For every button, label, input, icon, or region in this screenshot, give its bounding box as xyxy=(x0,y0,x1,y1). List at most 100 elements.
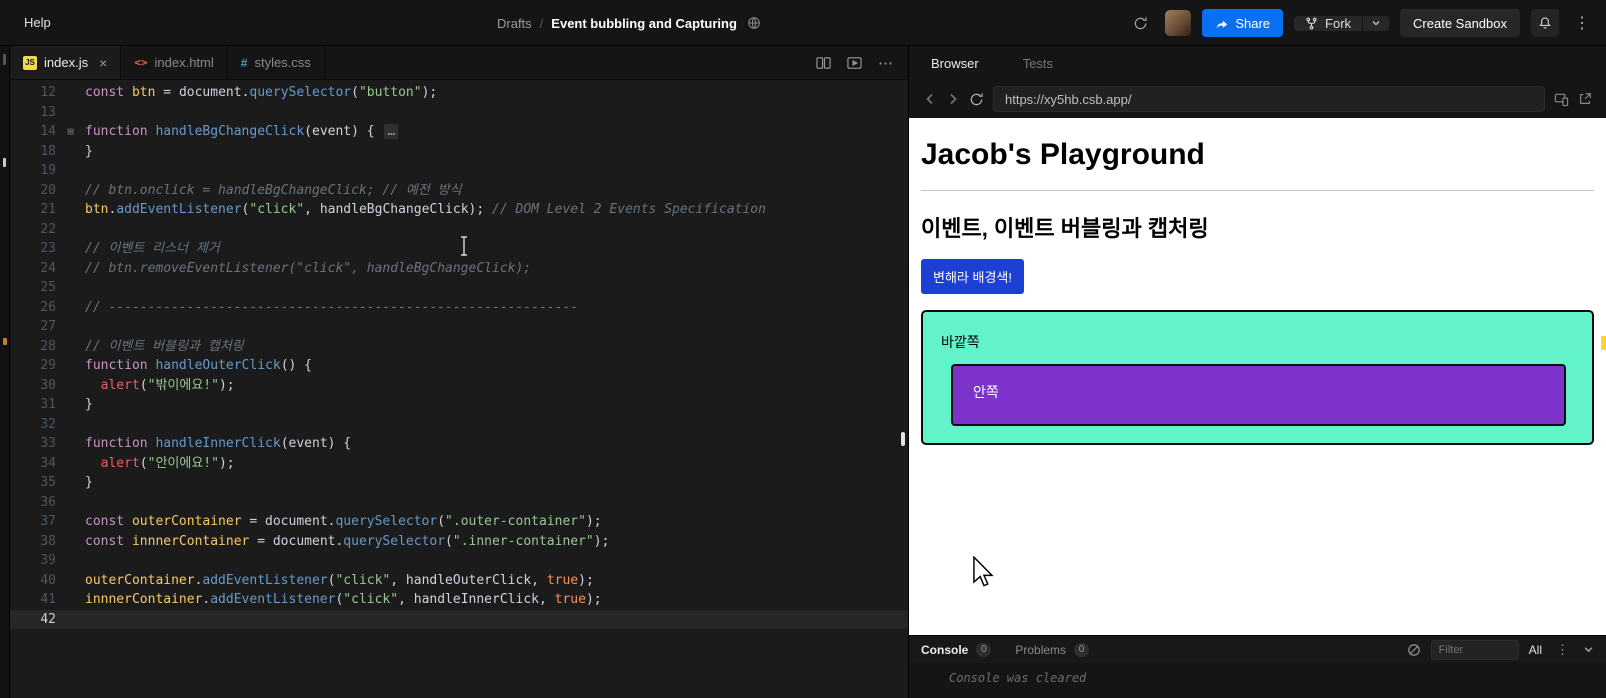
line-number[interactable]: 26 xyxy=(10,298,56,318)
line-number[interactable]: 29 xyxy=(10,356,56,376)
change-bg-button[interactable]: 변해라 배경색! xyxy=(921,259,1024,294)
code-text[interactable]: alert("밖이에요!"); xyxy=(85,376,908,396)
sandbox-title[interactable]: Event bubbling and Capturing xyxy=(551,16,737,31)
code-line[interactable]: 12 const btn = document.querySelector("bu… xyxy=(10,83,908,103)
pane-resize-handle[interactable] xyxy=(901,432,905,446)
code-line[interactable]: 24 // btn.removeEventListener("click", ha… xyxy=(10,259,908,279)
code-line[interactable]: 21 btn.addEventListener("click", handleBg… xyxy=(10,200,908,220)
code-text[interactable]: function handleInnerClick(event) { xyxy=(85,434,908,454)
line-number[interactable]: 32 xyxy=(10,415,56,435)
code-text[interactable]: const btn = document.querySelector("butt… xyxy=(85,83,908,103)
forward-icon[interactable] xyxy=(946,92,960,106)
line-number[interactable]: 21 xyxy=(10,200,56,220)
line-number[interactable]: 19 xyxy=(10,161,56,181)
url-input[interactable] xyxy=(993,86,1545,112)
problems-tab[interactable]: Problems xyxy=(1015,643,1066,657)
share-button[interactable]: Share xyxy=(1202,9,1284,37)
split-view-icon[interactable] xyxy=(816,56,831,70)
code-text[interactable] xyxy=(85,551,908,571)
line-number[interactable]: 41 xyxy=(10,590,56,610)
tab-tests[interactable]: Tests xyxy=(1023,56,1053,71)
code-line[interactable]: 13 xyxy=(10,103,908,123)
code-line[interactable]: 29 function handleOuterClick() { xyxy=(10,356,908,376)
line-number[interactable]: 22 xyxy=(10,220,56,240)
tab-browser[interactable]: Browser xyxy=(931,56,979,71)
line-number[interactable]: 14 xyxy=(10,122,56,142)
line-number[interactable]: 27 xyxy=(10,317,56,337)
code-text[interactable]: innnerContainer.addEventListener("click"… xyxy=(85,590,908,610)
code-text[interactable]: // 이벤트 버블링과 캡처링 xyxy=(85,337,908,357)
fork-options-chevron[interactable] xyxy=(1362,15,1389,31)
line-number[interactable]: 40 xyxy=(10,571,56,591)
line-number[interactable]: 31 xyxy=(10,395,56,415)
code-text[interactable]: function handleOuterClick() { xyxy=(85,356,908,376)
code-text[interactable] xyxy=(85,610,908,630)
responsive-mode-icon[interactable] xyxy=(1554,92,1569,107)
tab-styles-css[interactable]: # styles.css xyxy=(228,46,325,79)
code-text[interactable] xyxy=(85,161,908,181)
code-text[interactable] xyxy=(85,278,908,298)
tab-index-js[interactable]: JS index.js × xyxy=(10,46,122,79)
code-line[interactable]: 39 xyxy=(10,551,908,571)
line-number[interactable]: 35 xyxy=(10,473,56,493)
inner-container[interactable]: 안쪽 xyxy=(951,364,1566,426)
code-line[interactable]: 34 alert("안이에요!"); xyxy=(10,454,908,474)
line-number[interactable]: 42 xyxy=(10,610,56,630)
code-text[interactable]: // btn.removeEventListener("click", hand… xyxy=(85,259,908,279)
console-tab[interactable]: Console xyxy=(921,643,968,657)
sync-icon[interactable] xyxy=(1126,9,1154,37)
line-number[interactable]: 25 xyxy=(10,278,56,298)
line-number[interactable]: 39 xyxy=(10,551,56,571)
line-number[interactable]: 13 xyxy=(10,103,56,123)
line-number[interactable]: 24 xyxy=(10,259,56,279)
code-line[interactable]: 41 innnerContainer.addEventListener("clic… xyxy=(10,590,908,610)
close-tab-icon[interactable]: × xyxy=(99,55,107,71)
line-number[interactable]: 23 xyxy=(10,239,56,259)
code-text[interactable]: alert("안이에요!"); xyxy=(85,454,908,474)
code-line[interactable]: 33 function handleInnerClick(event) { xyxy=(10,434,908,454)
code-text[interactable]: const outerContainer = document.querySel… xyxy=(85,512,908,532)
code-line[interactable]: 27 xyxy=(10,317,908,337)
line-number[interactable]: 38 xyxy=(10,532,56,552)
back-icon[interactable] xyxy=(923,92,937,106)
code-text[interactable] xyxy=(85,103,908,123)
code-line[interactable]: 28 // 이벤트 버블링과 캡처링 xyxy=(10,337,908,357)
code-line[interactable]: 36 xyxy=(10,493,908,513)
console-filter-input[interactable] xyxy=(1430,639,1519,660)
code-text[interactable]: } xyxy=(85,473,908,493)
line-number[interactable]: 30 xyxy=(10,376,56,396)
code-line[interactable]: 40 outerContainer.addEventListener("click… xyxy=(10,571,908,591)
code-line[interactable]: 38 const innnerContainer = document.query… xyxy=(10,532,908,552)
code-text[interactable] xyxy=(85,493,908,513)
line-number[interactable]: 28 xyxy=(10,337,56,357)
code-text[interactable]: const innnerContainer = document.querySe… xyxy=(85,532,908,552)
code-text[interactable]: } xyxy=(85,142,908,162)
code-line[interactable]: 18} xyxy=(10,142,908,162)
code-text[interactable]: outerContainer.addEventListener("click",… xyxy=(85,571,908,591)
code-text[interactable]: // btn.onclick = handleBgChangeClick; //… xyxy=(85,181,908,201)
line-number[interactable]: 34 xyxy=(10,454,56,474)
code-line[interactable]: 42 xyxy=(10,609,908,630)
code-line[interactable]: 35} xyxy=(10,473,908,493)
code-text[interactable] xyxy=(85,415,908,435)
code-line[interactable]: 25 xyxy=(10,278,908,298)
line-number[interactable]: 36 xyxy=(10,493,56,513)
code-text[interactable] xyxy=(85,317,908,337)
code-line[interactable]: 30 alert("밖이에요!"); xyxy=(10,376,908,396)
code-line[interactable]: 26 // -----------------------------------… xyxy=(10,298,908,318)
line-number[interactable]: 37 xyxy=(10,512,56,532)
code-line[interactable]: 37 const outerContainer = document.queryS… xyxy=(10,512,908,532)
line-number[interactable]: 12 xyxy=(10,83,56,103)
code-line[interactable]: 20 // btn.onclick = handleBgChangeClick; … xyxy=(10,181,908,201)
collapsed-sidebar-strip[interactable] xyxy=(0,46,10,698)
fork-button[interactable]: Fork xyxy=(1294,16,1362,31)
code-text[interactable] xyxy=(85,220,908,240)
fold-icon[interactable]: ⊞ xyxy=(56,122,85,142)
line-number[interactable]: 20 xyxy=(10,181,56,201)
breadcrumb-folder[interactable]: Drafts xyxy=(497,16,532,31)
notifications-button[interactable] xyxy=(1531,9,1559,37)
create-sandbox-button[interactable]: Create Sandbox xyxy=(1400,9,1520,37)
code-text[interactable]: } xyxy=(85,395,908,415)
code-area[interactable]: 12 const btn = document.querySelector("bu… xyxy=(10,80,908,698)
code-line[interactable]: 31} xyxy=(10,395,908,415)
